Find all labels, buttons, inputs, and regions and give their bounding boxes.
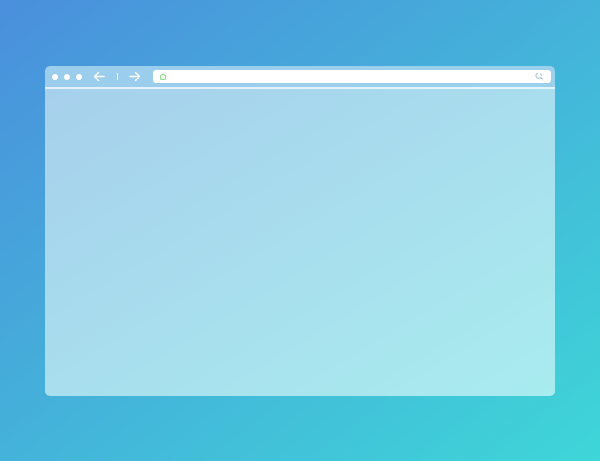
window-dot-minimize[interactable] <box>64 74 70 80</box>
address-bar[interactable] <box>153 70 551 83</box>
page-content-area[interactable] <box>45 89 555 396</box>
arrow-right-icon[interactable] <box>129 71 141 82</box>
hamburger-menu-icon[interactable] <box>538 72 549 81</box>
browser-toolbar <box>45 66 555 87</box>
browser-window <box>45 66 555 396</box>
arrow-down-icon[interactable] <box>516 70 526 83</box>
window-dot-close[interactable] <box>52 74 58 80</box>
window-dot-maximize[interactable] <box>76 74 82 80</box>
arrow-left-icon[interactable] <box>93 71 105 82</box>
toolbar-divider <box>45 87 555 89</box>
nav-separator <box>117 73 118 80</box>
home-icon[interactable] <box>159 73 167 80</box>
